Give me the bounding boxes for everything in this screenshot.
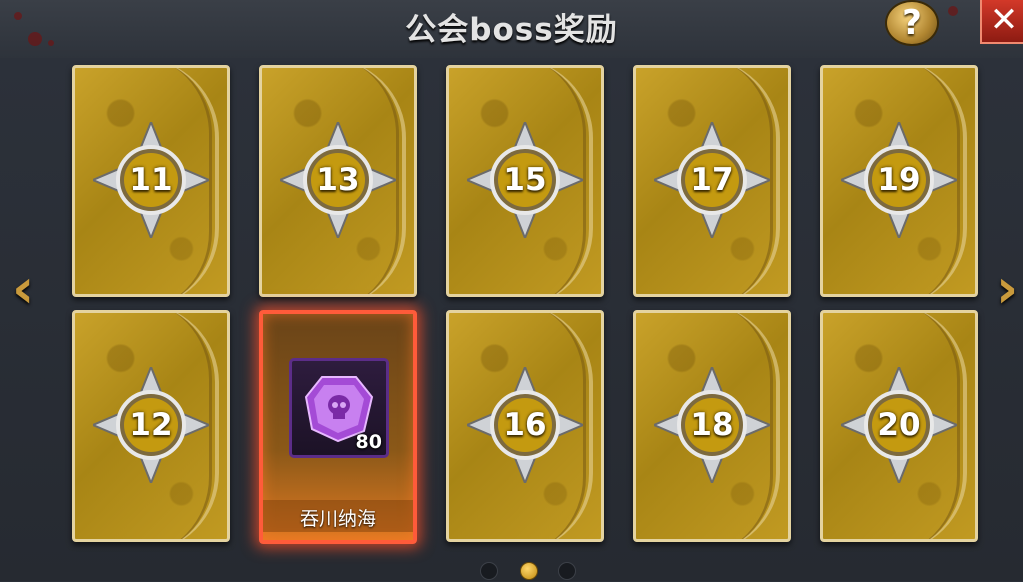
rank-number: 15 xyxy=(503,162,547,198)
next-page-button[interactable]: › xyxy=(996,262,1018,316)
reward-card[interactable]: 16 xyxy=(446,310,604,542)
question-icon: ? xyxy=(902,3,922,43)
reward-card[interactable]: 13 xyxy=(259,65,417,297)
reward-card[interactable]: 19 xyxy=(820,65,978,297)
rank-number: 12 xyxy=(129,407,173,443)
rank-badge-icon: 16 xyxy=(464,364,586,486)
close-icon: ✕ xyxy=(989,0,1019,40)
reward-item-slot[interactable]: 80 xyxy=(289,358,389,458)
help-button[interactable]: ? xyxy=(885,0,939,46)
page-indicator xyxy=(476,562,586,582)
close-button[interactable]: ✕ xyxy=(980,0,1023,44)
page-dot[interactable] xyxy=(558,562,576,580)
rank-number: 19 xyxy=(877,162,921,198)
reward-card[interactable]: 20 xyxy=(820,310,978,542)
rank-number: 18 xyxy=(690,407,734,443)
prev-page-button[interactable]: ‹ xyxy=(12,262,34,316)
rank-number: 17 xyxy=(690,162,734,198)
rank-badge-icon: 20 xyxy=(838,364,960,486)
rank-badge-icon: 18 xyxy=(651,364,773,486)
reward-card[interactable]: 12 xyxy=(72,310,230,542)
item-quantity: 80 xyxy=(355,431,382,453)
rank-number: 16 xyxy=(503,407,547,443)
reward-card[interactable]: 15 xyxy=(446,65,604,297)
rank-badge-icon: 19 xyxy=(838,119,960,241)
rank-number: 20 xyxy=(877,407,921,443)
rank-badge-icon: 17 xyxy=(651,119,773,241)
chevron-left-icon: ‹ xyxy=(12,257,35,320)
reward-card[interactable]: 11 xyxy=(72,65,230,297)
rank-badge-icon: 12 xyxy=(90,364,212,486)
page-dot-active[interactable] xyxy=(520,562,538,580)
page-title: 公会boss奖励 xyxy=(405,12,618,48)
rank-number: 11 xyxy=(129,162,173,198)
chevron-right-icon: › xyxy=(996,257,1019,320)
reward-card[interactable]: 18 xyxy=(633,310,791,542)
page-dot[interactable] xyxy=(480,562,498,580)
rank-number: 13 xyxy=(316,162,360,198)
reward-card[interactable]: 17 xyxy=(633,65,791,297)
rank-badge-icon: 11 xyxy=(90,119,212,241)
rank-badge-icon: 13 xyxy=(277,119,399,241)
rank-badge-icon: 15 xyxy=(464,119,586,241)
owner-name: 吞川纳海 xyxy=(299,508,376,530)
revealed-reward-card[interactable]: 80 吞川纳海 xyxy=(259,310,417,544)
